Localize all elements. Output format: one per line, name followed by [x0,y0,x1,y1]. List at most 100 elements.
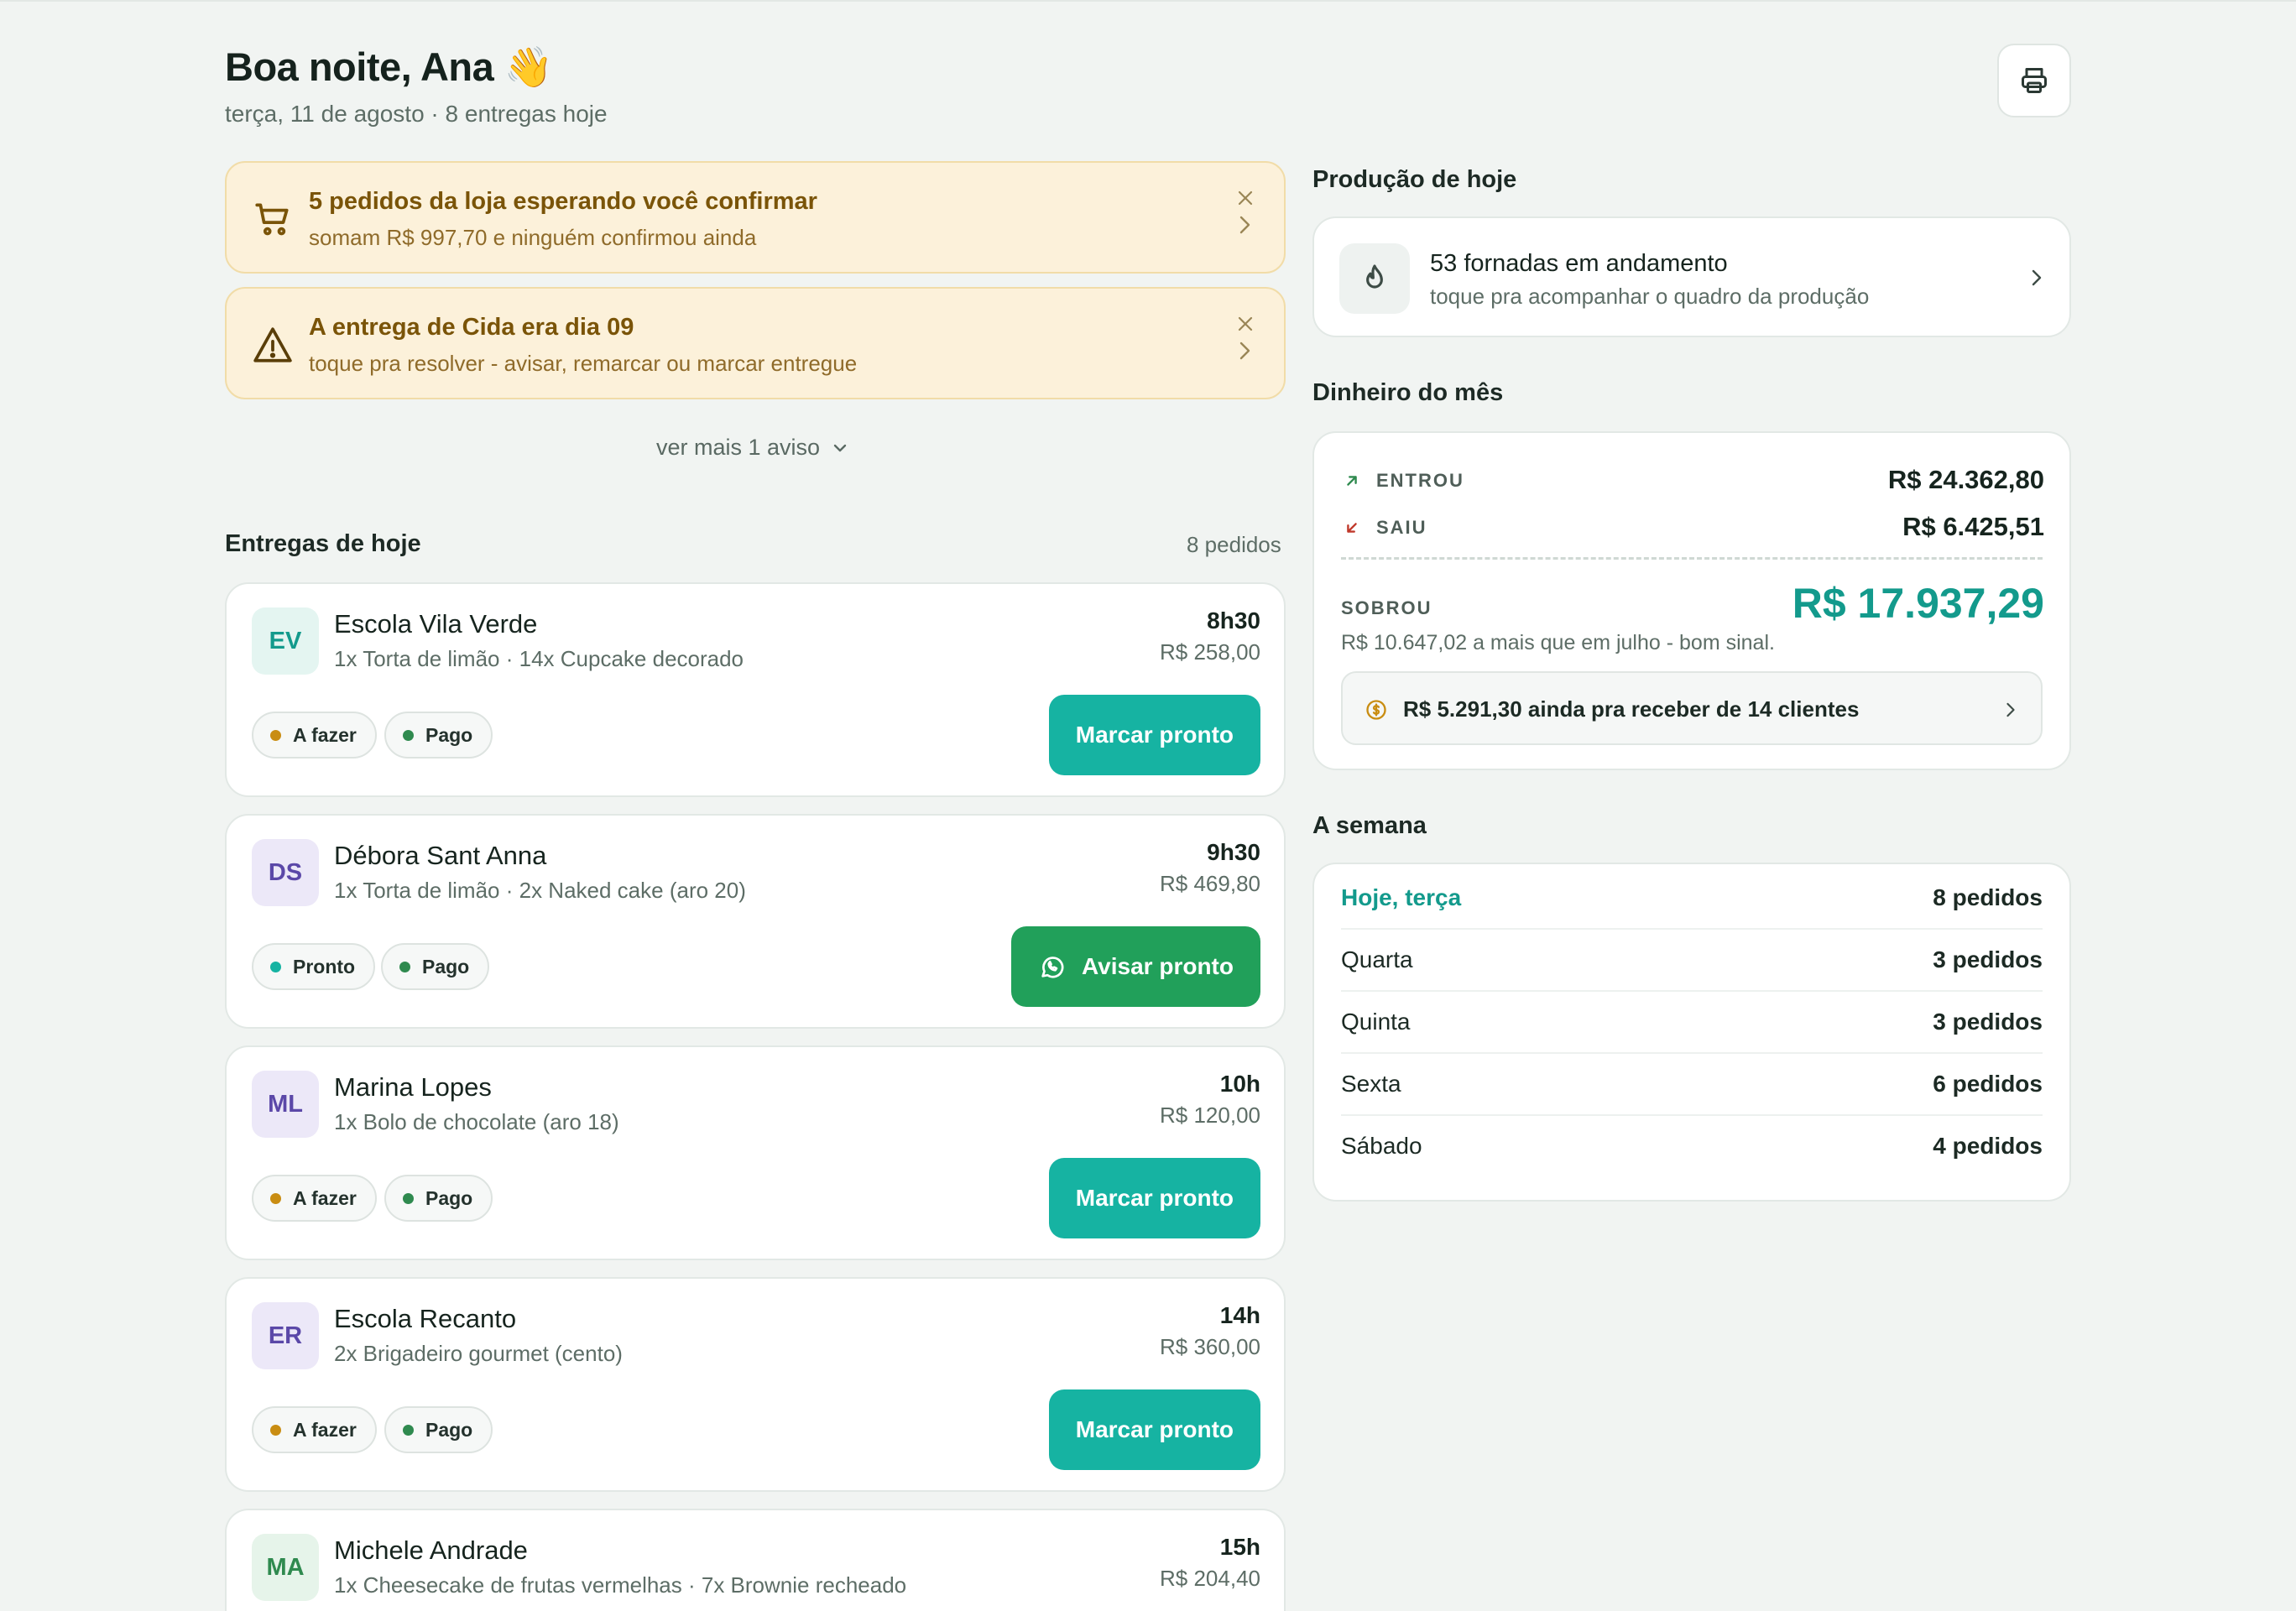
receivables-button[interactable]: R$ 5.291,30 ainda pra receber de 14 clie… [1341,671,2043,745]
customer-name: Michele Andrade [334,1535,528,1565]
notify-ready-button[interactable]: Avisar pronto [1011,926,1260,1007]
payment-badge: Pago [381,943,490,990]
customer-name: Escola Recanto [334,1304,517,1333]
divider [1341,557,2043,560]
see-more-label: ver mais 1 aviso [656,435,821,460]
delivery-card[interactable]: MA Michele Andrade 1x Cheesecake de frut… [225,1509,1286,1611]
close-icon[interactable] [1235,314,1255,334]
coin-icon [1366,700,1386,720]
alert-subtitle: toque pra resolver - avisar, remarcar ou… [309,351,858,376]
arrow-up-right-icon [1347,476,1357,486]
delivery-time: 9h30 [1207,839,1260,865]
week-day-count: 8 pedidos [1933,884,2043,910]
delivery-card[interactable]: ER Escola Recanto 2x Brigadeiro gourmet … [225,1277,1286,1492]
week-day-row[interactable]: Sábado 4 pedidos [1341,1116,2043,1178]
production-card-title: 53 fornadas em andamento [1430,250,1728,277]
order-items: 1x Cheesecake de frutas vermelhas · 7x B… [334,1572,907,1598]
status-badge: A fazer [252,712,377,759]
week-day-count: 3 pedidos [1933,946,2043,972]
week-day-label: Hoje, terça [1341,884,1462,910]
week-day-label: Quinta [1341,1009,1411,1035]
delivery-time: 15h [1219,1534,1260,1560]
mark-ready-button[interactable]: Marcar pronto [1048,1389,1260,1470]
alert-store-orders[interactable]: 5 pedidos da loja esperando você confirm… [225,161,1286,274]
order-price: R$ 469,80 [1160,871,1260,896]
deliveries-count: 8 pedidos [1187,532,1281,557]
customer-name: Débora Sant Anna [334,841,547,870]
avatar: ER [252,1302,319,1369]
delivery-card[interactable]: ML Marina Lopes 1x Bolo de chocolate (ar… [225,1045,1286,1260]
week-day-label: Sábado [1341,1133,1422,1159]
status-badge: Pronto [252,943,376,990]
order-price: R$ 120,00 [1160,1103,1260,1128]
receivables-label: R$ 5.291,30 ainda pra receber de 14 clie… [1403,696,1860,722]
flame-icon-box [1339,243,1410,314]
page-title: Boa noite, Ana 👋 [225,44,553,89]
customer-name: Marina Lopes [334,1072,492,1102]
payment-badge: Pago [384,1175,493,1222]
alert-late-delivery[interactable]: A entrega de Cida era dia 09 toque pra r… [225,287,1286,399]
money-card: ENTROU R$ 24.362,80 SAIU R$ 6.425,51 SOB… [1312,431,2071,770]
status-dot [270,961,281,972]
alert-title: A entrega de Cida era dia 09 [309,314,634,341]
payment-dot [403,1424,414,1436]
date-line: terça, 11 de agosto · 8 entregas hoje [225,101,608,127]
production-title: Produção de hoje [1312,166,1517,193]
week-title: A semana [1312,812,1427,839]
mark-ready-button[interactable]: Marcar pronto [1048,1158,1260,1238]
avatar: EV [252,607,319,675]
order-price: R$ 204,40 [1160,1566,1260,1591]
chevron-right-icon [2032,269,2042,286]
delivery-time: 8h30 [1207,607,1260,633]
avatar: ML [252,1071,319,1138]
production-card[interactable]: 53 fornadas em andamento toque pra acomp… [1312,216,2071,337]
status-label: A fazer [293,1418,357,1441]
income-label: ENTROU [1376,470,1464,491]
deliveries-title: Entregas de hoje [225,530,421,557]
week-day-count: 4 pedidos [1933,1133,2043,1159]
chevron-down-icon [833,444,847,451]
customer-name: Escola Vila Verde [334,609,538,639]
payment-dot [403,1192,414,1204]
warning-icon [253,327,292,362]
order-items: 1x Bolo de chocolate (aro 18) [334,1109,619,1134]
status-label: Pronto [293,955,356,978]
chevron-right-icon [1239,341,1250,360]
whatsapp-icon [1041,957,1064,978]
balance-value: R$ 17.937,29 [1792,580,2044,627]
payment-badge: Pago [384,712,493,759]
delivery-card[interactable]: EV Escola Vila Verde 1x Torta de limão ·… [225,582,1286,797]
balance-note: R$ 10.647,02 a mais que em julho - bom s… [1341,631,1775,654]
payment-label: Pago [425,1418,473,1441]
week-day-count: 3 pedidos [1933,1009,2043,1035]
chevron-right-icon [1239,216,1250,234]
printer-icon [2022,68,2047,93]
avatar: MA [252,1534,319,1601]
payment-label: Pago [422,955,470,978]
close-icon[interactable] [1235,188,1255,208]
order-items: 1x Torta de limão · 2x Naked cake (aro 2… [334,878,746,903]
status-dot [270,729,281,741]
status-label: A fazer [293,1186,357,1209]
see-more-alerts-button[interactable]: ver mais 1 aviso [656,435,848,461]
payment-dot [403,729,414,741]
week-day-row[interactable]: Hoje, terça 8 pedidos [1341,868,2043,930]
week-day-row[interactable]: Sexta 6 pedidos [1341,1054,2043,1116]
flame-icon [1366,264,1383,289]
week-day-label: Sexta [1341,1071,1401,1097]
delivery-card[interactable]: DS Débora Sant Anna 1x Torta de limão · … [225,814,1286,1029]
money-title: Dinheiro do mês [1312,379,1504,406]
alert-subtitle: somam R$ 997,70 e ninguém confirmou aind… [309,225,757,250]
order-items: 2x Brigadeiro gourmet (cento) [334,1341,623,1366]
week-day-count: 6 pedidos [1933,1071,2043,1097]
payment-badge: Pago [384,1406,493,1453]
expense-label: SAIU [1376,517,1427,538]
mark-ready-button[interactable]: Marcar pronto [1048,695,1260,775]
status-badge: A fazer [252,1175,377,1222]
week-day-row[interactable]: Quarta 3 pedidos [1341,930,2043,992]
order-price: R$ 258,00 [1160,639,1260,665]
order-items: 1x Torta de limão · 14x Cupcake decorado [334,646,744,671]
production-card-subtitle: toque pra acompanhar o quadro da produçã… [1430,284,1870,309]
print-button[interactable] [1997,44,2071,117]
week-day-row[interactable]: Quinta 3 pedidos [1341,992,2043,1054]
